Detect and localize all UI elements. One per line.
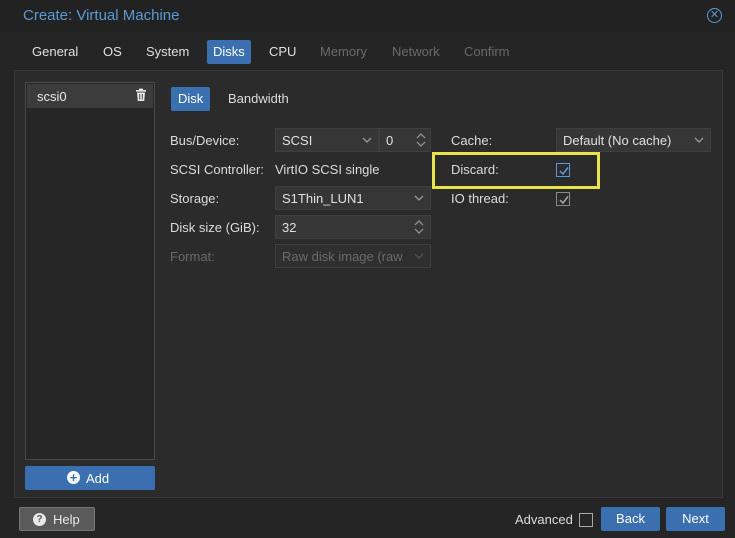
chevron-down-icon xyxy=(694,137,704,143)
subtab-disk[interactable]: Disk xyxy=(171,87,211,111)
question-icon: ? xyxy=(33,513,46,526)
device-value: 0 xyxy=(386,133,394,148)
advanced-label: Advanced xyxy=(515,512,573,527)
cache-value: Default (No cache) xyxy=(563,133,672,148)
storage-select[interactable]: S1Thin_LUN1 xyxy=(275,186,431,210)
scsi-controller-value: VirtIO SCSI single xyxy=(275,162,380,177)
add-disk-button[interactable]: + Add xyxy=(25,466,155,490)
tab-disks[interactable]: Disks xyxy=(207,40,251,64)
tab-os[interactable]: OS xyxy=(97,40,128,64)
storage-value: S1Thin_LUN1 xyxy=(282,191,364,206)
help-label: Help xyxy=(53,512,80,527)
disk-list: scsi0 xyxy=(25,82,155,460)
title-bar: Create: Virtual Machine ✕ xyxy=(0,0,735,32)
spinner-icon xyxy=(416,133,426,147)
disk-size-label: Disk size (GiB): xyxy=(170,220,260,235)
subtab-bandwidth[interactable]: Bandwidth xyxy=(221,87,296,111)
window-title: Create: Virtual Machine xyxy=(23,7,180,24)
cache-label: Cache: xyxy=(451,133,493,148)
disk-size-stepper[interactable]: 32 xyxy=(275,215,431,239)
close-icon[interactable]: ✕ xyxy=(707,8,722,23)
cache-select[interactable]: Default (No cache) xyxy=(556,128,711,152)
spinner-icon xyxy=(414,220,424,234)
tab-confirm: Confirm xyxy=(464,44,510,59)
device-number-stepper[interactable]: 0 xyxy=(379,128,431,152)
add-disk-label: Add xyxy=(86,471,110,486)
io-thread-checkbox[interactable] xyxy=(556,192,570,206)
trash-icon[interactable] xyxy=(134,88,148,102)
tab-system[interactable]: System xyxy=(140,40,195,64)
disk-list-item-scsi0[interactable]: scsi0 xyxy=(27,84,153,108)
tab-general[interactable]: General xyxy=(26,40,84,64)
tab-memory: Memory xyxy=(320,44,367,59)
storage-label: Storage: xyxy=(170,191,220,206)
bus-value: SCSI xyxy=(282,133,313,148)
format-value: Raw disk image (raw xyxy=(282,249,403,264)
plus-icon: + xyxy=(67,471,80,484)
next-button[interactable]: Next xyxy=(666,507,725,531)
discard-checkbox[interactable] xyxy=(556,163,570,177)
bus-select[interactable]: SCSI xyxy=(275,128,379,152)
tab-cpu[interactable]: CPU xyxy=(263,40,302,64)
scsi-controller-label: SCSI Controller: xyxy=(170,162,264,177)
discard-label: Discard: xyxy=(451,162,499,177)
help-button[interactable]: ? Help xyxy=(19,507,95,531)
bus-device-label: Bus/Device: xyxy=(170,133,240,148)
io-thread-label: IO thread: xyxy=(451,191,509,206)
format-select: Raw disk image (raw xyxy=(275,244,431,268)
chevron-down-icon xyxy=(414,253,424,259)
chevron-down-icon xyxy=(414,195,424,201)
disk-list-item-label: scsi0 xyxy=(37,89,67,104)
chevron-down-icon xyxy=(362,137,372,143)
checkmark-icon xyxy=(559,196,569,205)
checkmark-icon xyxy=(559,167,569,176)
advanced-checkbox[interactable] xyxy=(579,513,593,527)
format-label: Format: xyxy=(170,249,215,264)
tab-network: Network xyxy=(392,44,440,59)
back-button[interactable]: Back xyxy=(601,507,660,531)
disk-size-value: 32 xyxy=(282,220,297,235)
